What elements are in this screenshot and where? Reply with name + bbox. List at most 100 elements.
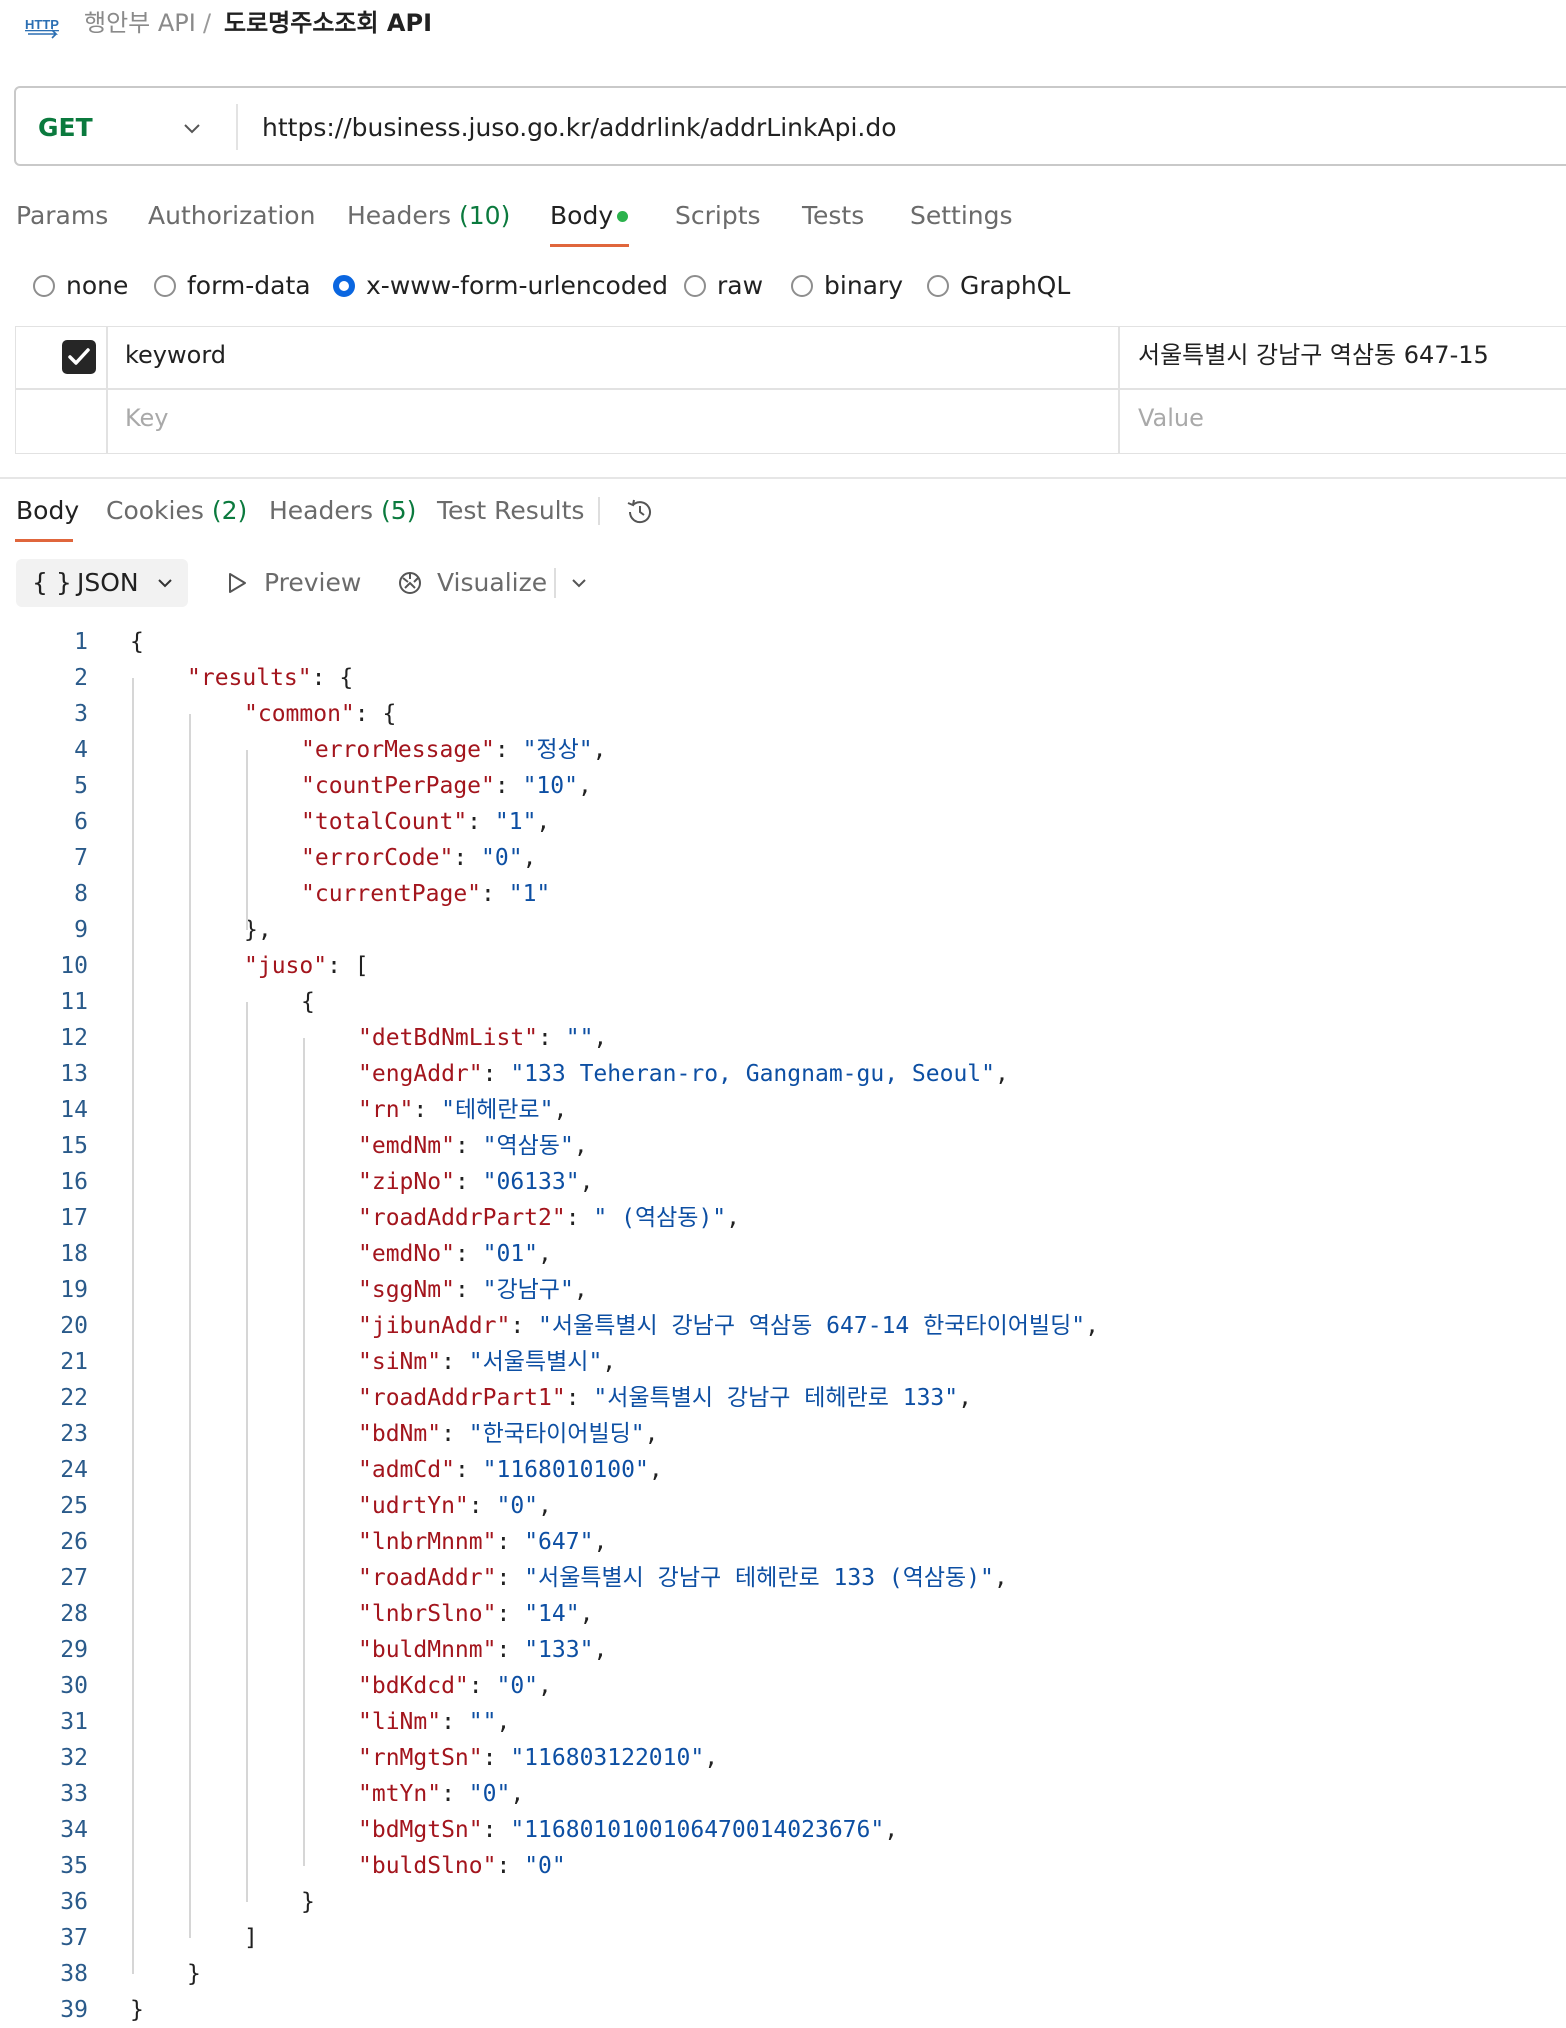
line-number: 7	[74, 845, 88, 871]
format-label[interactable]: JSON	[77, 566, 139, 600]
line-number: 37	[60, 1925, 88, 1951]
code-line: 32 "rnMgtSn": "116803122010",	[0, 1740, 1566, 1776]
response-tab-headers[interactable]: Headers (5)	[269, 494, 416, 528]
chevron-down-icon[interactable]	[568, 572, 590, 594]
indent-guide	[189, 714, 191, 1938]
radio-urlencoded[interactable]	[333, 275, 355, 297]
table-row-divider	[15, 388, 1566, 390]
line-number: 21	[60, 1349, 88, 1375]
radio-binary[interactable]	[791, 275, 813, 297]
code-text: "errorMessage": "정상",	[301, 737, 607, 763]
response-tabs-divider	[598, 497, 600, 525]
code-line: 36}	[0, 1884, 1566, 1920]
line-number: 24	[60, 1457, 88, 1483]
line-number: 35	[60, 1853, 88, 1879]
line-number: 2	[74, 665, 88, 691]
code-text: "rnMgtSn": "116803122010",	[358, 1745, 719, 1771]
response-tab-cookies[interactable]: Cookies (2)	[106, 494, 247, 528]
code-line: 20 "jibunAddr": "서울특별시 강남구 역삼동 647-14 한국타…	[0, 1308, 1566, 1344]
param-value[interactable]: 서울특별시 강남구 역삼동 647-15	[1138, 338, 1489, 372]
tab-params[interactable]: Params	[16, 199, 108, 233]
code-text: "lnbrMnnm": "647",	[358, 1529, 608, 1555]
code-line: 34 "bdMgtSn": "1168010100106470014023676"…	[0, 1812, 1566, 1848]
line-number: 26	[60, 1529, 88, 1555]
radio-graphql-label[interactable]: GraphQL	[960, 269, 1070, 303]
indent-guide	[246, 1002, 248, 1902]
tab-tests[interactable]: Tests	[802, 199, 864, 233]
response-tab-body[interactable]: Body	[16, 494, 79, 528]
line-number: 16	[60, 1169, 88, 1195]
code-text: "roadAddrPart1": "서울특별시 강남구 테헤란로 133",	[358, 1385, 972, 1411]
radio-raw-label[interactable]: raw	[717, 269, 763, 303]
code-line: 3 "common": {	[0, 696, 1566, 732]
tab-active-underline	[550, 244, 629, 247]
code-text: "results": {	[187, 665, 354, 691]
code-line: 2 "results": {	[0, 660, 1566, 696]
response-tab-test-results[interactable]: Test Results	[437, 494, 584, 528]
code-text: "udrtYn": "0",	[358, 1493, 552, 1519]
method-select[interactable]: GET	[38, 110, 93, 146]
radio-form-data[interactable]	[154, 275, 176, 297]
tab-authorization[interactable]: Authorization	[148, 199, 315, 233]
tab-headers-label: Headers	[347, 201, 452, 230]
line-number: 4	[74, 737, 88, 763]
line-number: 15	[60, 1133, 88, 1159]
code-text: ]	[244, 1925, 258, 1951]
radio-none-label[interactable]: none	[66, 269, 128, 303]
code-line: 22 "roadAddrPart1": "서울특별시 강남구 테헤란로 133",	[0, 1380, 1566, 1416]
response-headers-label: Headers	[269, 496, 374, 525]
line-number: 8	[74, 881, 88, 907]
line-number: 14	[60, 1097, 88, 1123]
radio-graphql[interactable]	[927, 275, 949, 297]
breadcrumb-separator: /	[203, 9, 212, 37]
response-headers-count: (5)	[381, 496, 417, 525]
code-line: 26 "lnbrMnnm": "647",	[0, 1524, 1566, 1560]
play-icon[interactable]	[224, 570, 250, 596]
history-icon[interactable]	[624, 496, 656, 528]
code-text: }	[301, 1889, 315, 1915]
chevron-down-icon[interactable]	[180, 116, 204, 140]
tab-headers[interactable]: Headers (10)	[347, 199, 510, 233]
visualize-icon[interactable]	[394, 566, 426, 598]
tab-scripts[interactable]: Scripts	[675, 199, 761, 233]
code-text: "juso": [	[244, 953, 369, 979]
radio-raw[interactable]	[684, 275, 706, 297]
visualize-button[interactable]: Visualize	[437, 566, 547, 600]
line-number: 19	[60, 1277, 88, 1303]
code-text: "countPerPage": "10",	[301, 773, 592, 799]
new-value-input[interactable]: Value	[1138, 401, 1204, 435]
cookies-label: Cookies	[106, 496, 204, 525]
line-number: 18	[60, 1241, 88, 1267]
radio-binary-label[interactable]: binary	[824, 269, 903, 303]
param-key[interactable]: keyword	[125, 338, 226, 372]
radio-none[interactable]	[33, 275, 55, 297]
request-title[interactable]: 도로명주소조회 API	[224, 8, 432, 38]
line-number: 9	[74, 917, 88, 943]
chevron-down-icon[interactable]	[154, 572, 176, 594]
url-input[interactable]: https://business.juso.go.kr/addrlink/add…	[262, 110, 897, 146]
breadcrumb-parent[interactable]: 행안부 API	[84, 8, 196, 38]
code-line: 12 "detBdNmList": "",	[0, 1020, 1566, 1056]
code-text: "detBdNmList": "",	[358, 1025, 608, 1051]
code-line: 33 "mtYn": "0",	[0, 1776, 1566, 1812]
radio-form-data-label[interactable]: form-data	[187, 269, 311, 303]
row-enabled-checkbox[interactable]	[62, 340, 96, 374]
code-text: "siNm": "서울특별시",	[358, 1349, 617, 1375]
new-key-input[interactable]: Key	[125, 401, 169, 435]
code-line: 14 "rn": "테헤란로",	[0, 1092, 1566, 1128]
code-text: "mtYn": "0",	[358, 1781, 525, 1807]
tab-body[interactable]: Body	[550, 199, 613, 233]
code-text: "errorCode": "0",	[301, 845, 537, 871]
radio-urlencoded-label[interactable]: x-www-form-urlencoded	[366, 269, 668, 303]
code-line: 29 "buldMnnm": "133",	[0, 1632, 1566, 1668]
line-number: 31	[60, 1709, 88, 1735]
line-number: 32	[60, 1745, 88, 1771]
tab-settings[interactable]: Settings	[910, 199, 1013, 233]
indent-guide	[303, 1038, 305, 1866]
code-line: 18 "emdNo": "01",	[0, 1236, 1566, 1272]
line-number: 12	[60, 1025, 88, 1051]
code-line: 11 {	[0, 984, 1566, 1020]
code-line: 8 "currentPage": "1"	[0, 876, 1566, 912]
preview-button[interactable]: Preview	[264, 566, 361, 600]
response-code-viewer[interactable]: 1{2 "results": {3 "common": {4 "errorMessag…	[0, 624, 1566, 2028]
